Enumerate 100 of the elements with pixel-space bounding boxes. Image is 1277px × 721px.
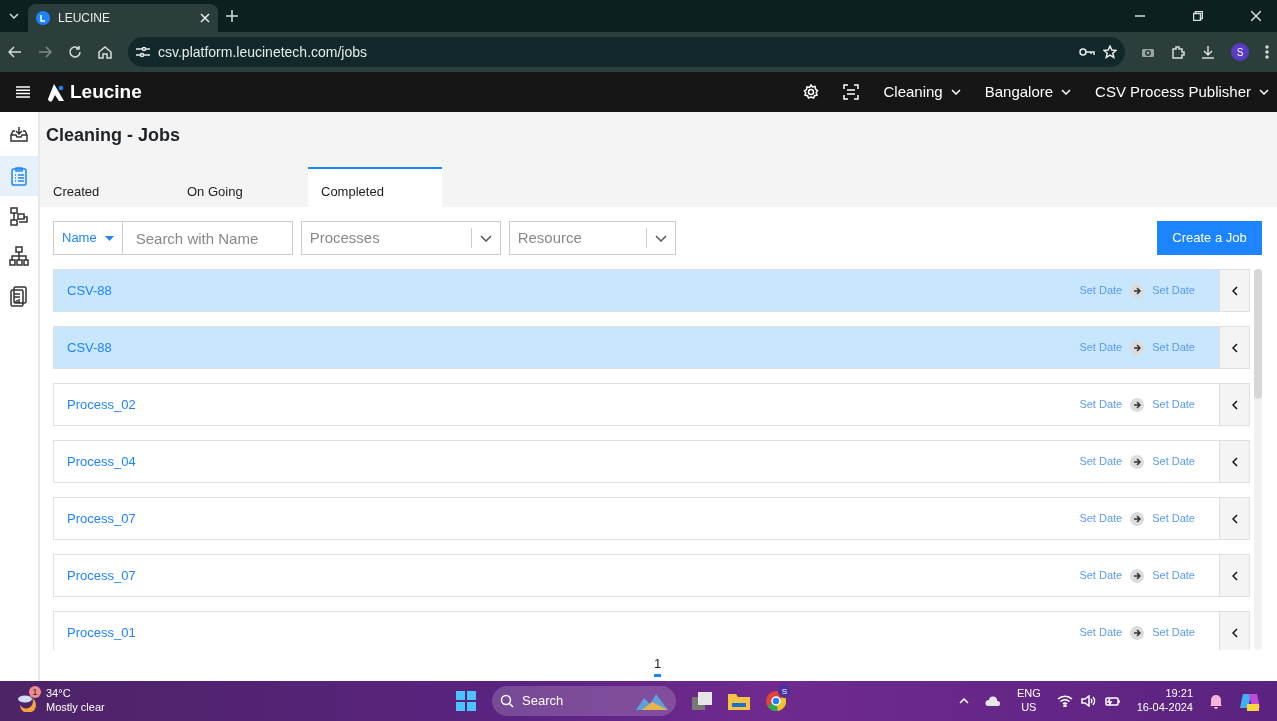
windows-start-icon[interactable] (456, 691, 476, 711)
search-icon (500, 694, 514, 708)
start-date-link[interactable]: Set Date (1079, 510, 1123, 527)
caret-down-icon (104, 235, 114, 241)
job-row[interactable]: Process_01 Set Date Set Date (53, 611, 1250, 650)
start-date-link[interactable]: Set Date (1079, 453, 1123, 470)
job-name[interactable]: CSV-88 (54, 280, 1080, 301)
field-selector[interactable]: Name (53, 221, 123, 255)
scan-icon[interactable] (843, 84, 860, 100)
chevron-down-icon (1061, 89, 1072, 95)
clock-time[interactable]: 19:21 (1165, 687, 1193, 701)
job-name[interactable]: Process_02 (54, 394, 1080, 415)
more-icon[interactable] (1265, 45, 1269, 59)
start-date-link[interactable]: Set Date (1079, 282, 1123, 299)
job-name[interactable]: Process_01 (54, 622, 1080, 643)
job-row[interactable]: Process_02 Set Date Set Date (53, 383, 1250, 426)
job-row[interactable]: Process_07 Set Date Set Date (53, 497, 1250, 540)
language-indicator[interactable]: ENG US (1016, 687, 1041, 715)
start-date-link[interactable]: Set Date (1079, 624, 1123, 641)
nav-dropdown[interactable]: Bangalore (984, 80, 1072, 104)
url-text: csv.platform.leucinetech.com/jobs (158, 42, 369, 62)
camera-icon[interactable] (1141, 46, 1155, 58)
chevron-left-icon (1231, 342, 1238, 353)
site-settings-icon[interactable] (136, 46, 150, 58)
battery-icon[interactable] (1104, 695, 1121, 707)
select-field[interactable]: Processes (300, 221, 501, 255)
job-name[interactable]: Process_04 (54, 451, 1080, 472)
scrollbar[interactable] (1254, 269, 1262, 650)
arrow-icon (1130, 340, 1145, 355)
chevron-left-icon (1231, 627, 1238, 638)
star-icon[interactable] (1103, 45, 1117, 59)
close-icon[interactable] (200, 13, 210, 23)
chevron-left-icon (1231, 456, 1238, 467)
extensions-icon[interactable] (1171, 45, 1185, 59)
download-icon[interactable] (1201, 45, 1215, 59)
tab[interactable]: Created (40, 167, 174, 207)
wifi-icon[interactable] (1056, 695, 1073, 707)
arrow-icon (1130, 625, 1145, 640)
job-row[interactable]: CSV-88 Set Date Set Date (53, 326, 1250, 369)
chevron-left-icon (1231, 513, 1238, 524)
chrome-icon[interactable] (766, 691, 786, 711)
search-field[interactable]: Search with Name (122, 221, 293, 255)
end-date-link[interactable]: Set Date (1152, 624, 1195, 641)
job-name[interactable]: Process_07 (54, 565, 1080, 586)
volume-icon[interactable] (1080, 695, 1097, 707)
address-bar[interactable]: csv.platform.leucinetech.com/jobs (128, 37, 1125, 67)
logo-icon (46, 82, 66, 102)
close-icon[interactable] (1251, 11, 1261, 21)
key-icon[interactable] (1079, 47, 1095, 57)
nav-dropdown[interactable]: CSV Process Publisher (1095, 80, 1269, 104)
hierarchy-icon (9, 245, 29, 267)
weather-condition: Mostly clear (46, 701, 105, 715)
page-number[interactable]: 1 (653, 650, 662, 677)
cloud-icon[interactable] (984, 696, 1001, 706)
home-icon[interactable] (98, 45, 112, 59)
tab[interactable]: Completed (308, 167, 442, 207)
file-explorer-icon[interactable] (728, 692, 750, 710)
job-name[interactable]: CSV-88 (54, 337, 1080, 358)
bell-icon[interactable] (1209, 693, 1223, 709)
select-field[interactable]: Resource (508, 221, 676, 255)
end-date-link[interactable]: Set Date (1152, 453, 1195, 470)
clipboard-icon (9, 165, 29, 187)
site-icon (36, 11, 50, 25)
start-date-link[interactable]: Set Date (1079, 339, 1123, 356)
page-title: Cleaning - Jobs (45, 124, 181, 147)
end-date-link[interactable]: Set Date (1152, 567, 1195, 584)
arrow-icon (1130, 397, 1145, 412)
arrow-icon (1130, 511, 1145, 526)
end-date-link[interactable]: Set Date (1152, 282, 1195, 299)
tab-list-icon[interactable] (8, 12, 20, 20)
job-row[interactable]: Process_07 Set Date Set Date (53, 554, 1250, 597)
job-row[interactable]: CSV-88 Set Date Set Date (53, 269, 1250, 312)
end-date-link[interactable]: Set Date (1152, 396, 1195, 413)
chevron-up-icon[interactable] (958, 698, 969, 704)
profile-badge: S (778, 685, 791, 698)
report-icon (9, 285, 29, 307)
restore-icon[interactable] (1193, 11, 1203, 21)
taskbar-search[interactable]: Search (492, 686, 676, 716)
chevron-down-icon (950, 89, 961, 95)
forward-icon[interactable] (38, 46, 52, 58)
settings-icon[interactable] (803, 84, 820, 100)
nav-dropdown[interactable]: Cleaning (883, 80, 961, 104)
browser-tab[interactable]: LEUCINE (28, 4, 218, 32)
end-date-link[interactable]: Set Date (1152, 510, 1195, 527)
new-tab-icon[interactable] (226, 10, 238, 22)
end-date-link[interactable]: Set Date (1152, 339, 1195, 356)
job-row[interactable]: Process_04 Set Date Set Date (53, 440, 1250, 483)
task-view-icon[interactable] (692, 692, 712, 710)
create-job-button[interactable]: Create a Job (1157, 221, 1262, 255)
start-date-link[interactable]: Set Date (1079, 567, 1123, 584)
start-date-link[interactable]: Set Date (1079, 396, 1123, 413)
tab[interactable]: On Going (174, 167, 308, 207)
profile-avatar[interactable]: S (1231, 43, 1249, 61)
arrow-icon (1130, 454, 1145, 469)
job-name[interactable]: Process_07 (54, 508, 1080, 529)
clock-date[interactable]: 16-04-2024 (1136, 701, 1193, 715)
back-icon[interactable] (8, 46, 22, 58)
chevron-down-icon (654, 234, 667, 242)
menu-icon[interactable] (16, 86, 30, 98)
reload-icon[interactable] (68, 45, 82, 59)
